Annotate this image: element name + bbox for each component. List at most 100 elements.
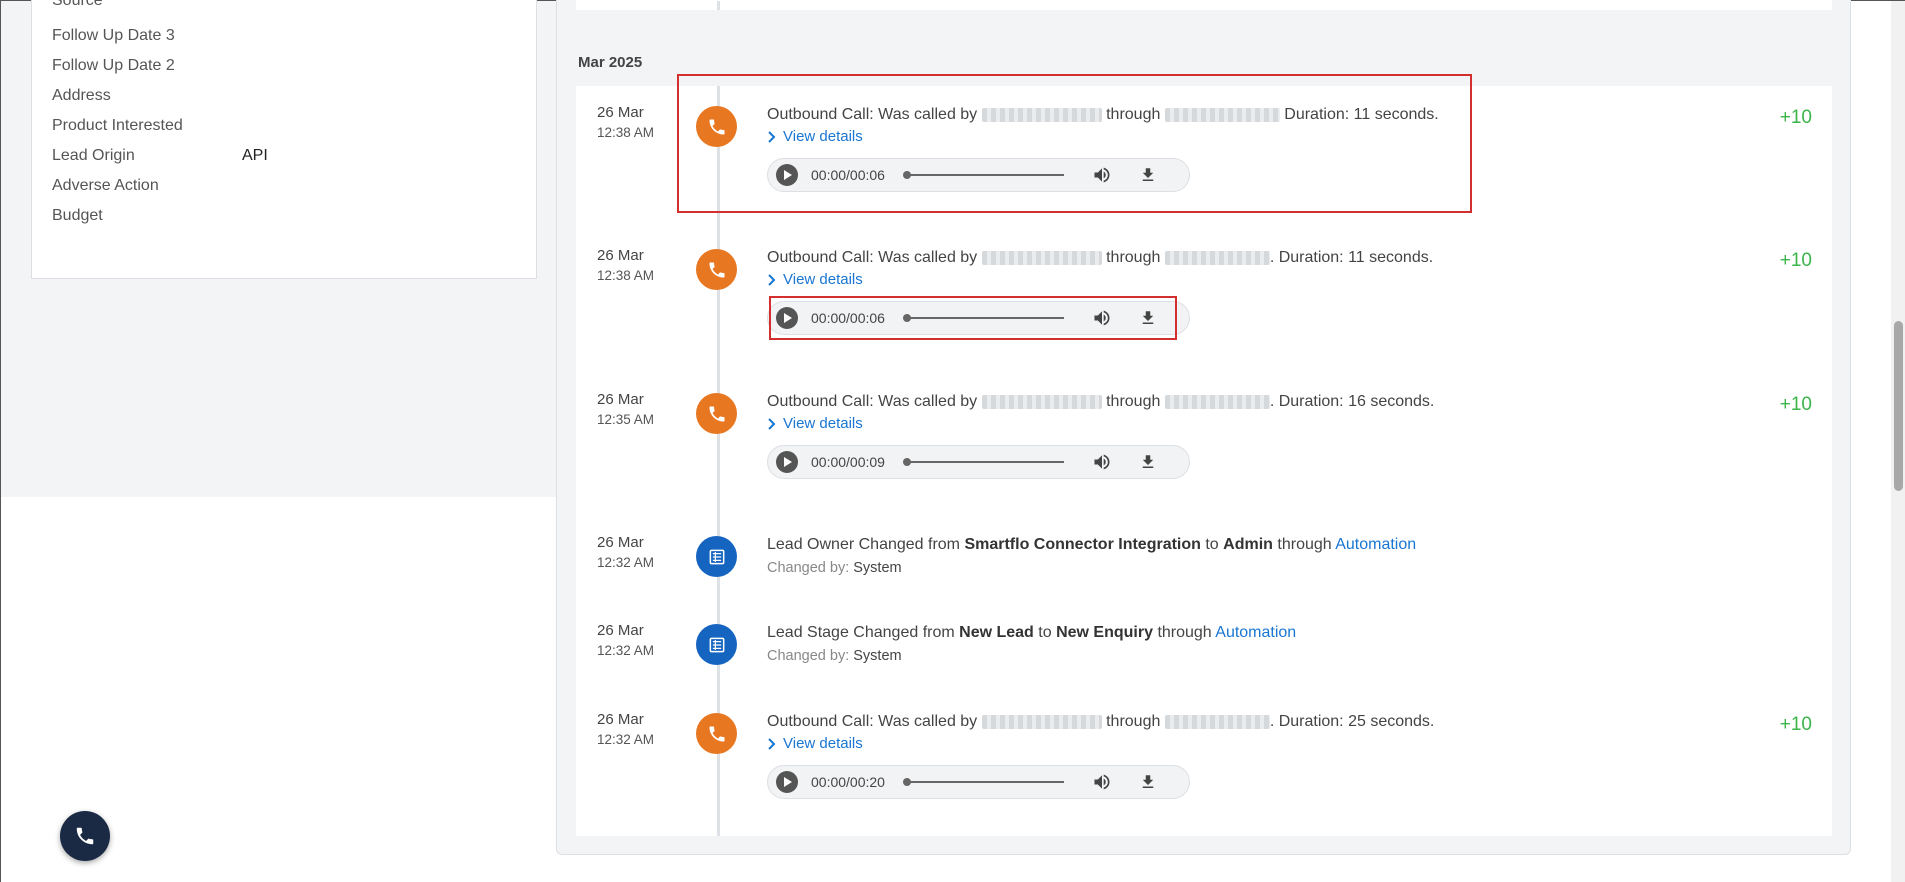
- redacted-caller: [981, 714, 1102, 729]
- points-badge: +10: [1779, 394, 1812, 415]
- entry-time: 12:32 AM: [597, 732, 655, 747]
- view-details-label: View details: [783, 415, 863, 432]
- view-details-label: View details: [783, 271, 863, 288]
- entry-description: Outbound Call: Was called by through . D…: [767, 713, 1434, 731]
- change-to-word: to: [1205, 536, 1219, 553]
- phone-icon: [709, 262, 724, 277]
- change-text: Lead Owner Changed from: [767, 536, 960, 553]
- call-duration: . Duration: 11 seconds.: [1269, 249, 1434, 266]
- change-text: Lead Stage Changed from: [767, 624, 955, 641]
- view-details-link[interactable]: View details: [767, 415, 863, 432]
- call-badge: [696, 393, 737, 434]
- entry-date: 26 Mar: [597, 711, 644, 728]
- download-icon[interactable]: [1139, 772, 1157, 792]
- entry-description: Outbound Call: Was called by through . D…: [767, 249, 1433, 267]
- redacted-caller: [981, 394, 1102, 409]
- volume-icon[interactable]: [1091, 772, 1113, 792]
- points-badge: +10: [1779, 107, 1812, 128]
- volume-icon[interactable]: [1091, 452, 1113, 472]
- phone-icon: [709, 726, 724, 741]
- phone-icon: [76, 827, 94, 845]
- entry-time: 12:38 AM: [597, 268, 655, 283]
- field-value-lead-origin: API: [242, 147, 268, 164]
- list-icon: [709, 549, 724, 564]
- points-badge: +10: [1779, 714, 1812, 735]
- redacted-number: [1164, 250, 1270, 265]
- play-icon[interactable]: [776, 451, 798, 473]
- entry-date: 26 Mar: [597, 247, 644, 264]
- highlight-box-first-call: [677, 74, 1472, 213]
- entry-date: 26 Mar: [597, 104, 644, 121]
- change-from: New Lead: [959, 624, 1034, 641]
- change-through: through: [1277, 536, 1332, 553]
- automation-link[interactable]: Automation: [1335, 536, 1416, 553]
- entry-date: 26 Mar: [597, 622, 644, 639]
- call-prefix: Outbound Call: Was called by: [767, 713, 978, 730]
- call-through: through: [1106, 713, 1161, 730]
- changed-by-value: System: [853, 648, 902, 664]
- field-label-budget: Budget: [52, 207, 103, 224]
- chevron-right-icon: [768, 417, 776, 430]
- seek-slider[interactable]: [903, 778, 1064, 786]
- info-badge: [696, 624, 737, 665]
- field-label-address: Address: [52, 87, 111, 104]
- seek-knob[interactable]: [903, 458, 911, 466]
- chevron-right-icon: [768, 273, 776, 286]
- field-label-follow-up-date-3: Follow Up Date 3: [52, 27, 175, 44]
- entry-date: 26 Mar: [597, 534, 644, 551]
- info-badge: [696, 536, 737, 577]
- change-from: Smartflo Connector Integration: [964, 536, 1201, 553]
- call-duration: . Duration: 25 seconds.: [1269, 713, 1435, 730]
- entry-time: 12:32 AM: [597, 643, 655, 658]
- highlight-box-audio-player: [769, 296, 1177, 340]
- entry-time: 12:35 AM: [597, 412, 655, 427]
- list-icon: [709, 637, 724, 652]
- timeline-line-top: [717, 1, 720, 10]
- redacted-number: [1164, 394, 1270, 409]
- call-duration: . Duration: 16 seconds.: [1269, 393, 1435, 410]
- scrollbar-thumb[interactable]: [1894, 321, 1903, 491]
- call-prefix: Outbound Call: Was called by: [767, 393, 978, 410]
- redacted-number: [1164, 714, 1270, 729]
- entry-date: 26 Mar: [597, 391, 644, 408]
- audio-player: 00:00/00:09: [767, 445, 1190, 479]
- call-badge: [696, 249, 737, 290]
- floating-call-button[interactable]: [60, 811, 110, 861]
- changed-by: Changed by: System: [767, 648, 902, 664]
- page: Source Follow Up Date 3 Follow Up Date 2…: [0, 0, 1905, 882]
- seek-knob[interactable]: [903, 778, 911, 786]
- call-badge: [696, 713, 737, 754]
- view-details-link[interactable]: View details: [767, 271, 863, 288]
- call-prefix: Outbound Call: Was called by: [767, 249, 978, 266]
- automation-link[interactable]: Automation: [1215, 624, 1296, 641]
- previous-month-panel: [576, 0, 1832, 10]
- view-details-link[interactable]: View details: [767, 735, 863, 752]
- change-to: Admin: [1223, 536, 1273, 553]
- changed-by: Changed by: System: [767, 560, 902, 576]
- view-details-label: View details: [783, 735, 863, 752]
- changed-by-label: Changed by:: [767, 648, 850, 664]
- call-through: through: [1106, 393, 1161, 410]
- seek-slider[interactable]: [903, 458, 1064, 466]
- month-header: Mar 2025: [578, 54, 643, 71]
- change-to-word: to: [1038, 624, 1052, 641]
- points-badge: +10: [1779, 250, 1812, 271]
- field-label-source: Source: [52, 0, 103, 9]
- chevron-right-icon: [768, 737, 776, 750]
- redacted-caller: [981, 250, 1102, 265]
- change-to: New Enquiry: [1056, 624, 1153, 641]
- field-label-product-interested: Product Interested: [52, 117, 183, 134]
- entry-description: Lead Stage Changed from New Lead to New …: [767, 624, 1296, 642]
- player-time: 00:00/00:20: [811, 774, 885, 790]
- change-through: through: [1157, 624, 1212, 641]
- vertical-scrollbar[interactable]: [1891, 1, 1905, 882]
- changed-by-label: Changed by:: [767, 560, 850, 576]
- entry-time: 12:32 AM: [597, 555, 655, 570]
- field-label-adverse-action: Adverse Action: [52, 177, 159, 194]
- changed-by-value: System: [853, 560, 902, 576]
- field-label-lead-origin: Lead Origin: [52, 147, 135, 164]
- play-icon[interactable]: [776, 771, 798, 793]
- entry-description: Outbound Call: Was called by through . D…: [767, 393, 1434, 411]
- entry-time: 12:38 AM: [597, 125, 655, 140]
- download-icon[interactable]: [1139, 452, 1157, 472]
